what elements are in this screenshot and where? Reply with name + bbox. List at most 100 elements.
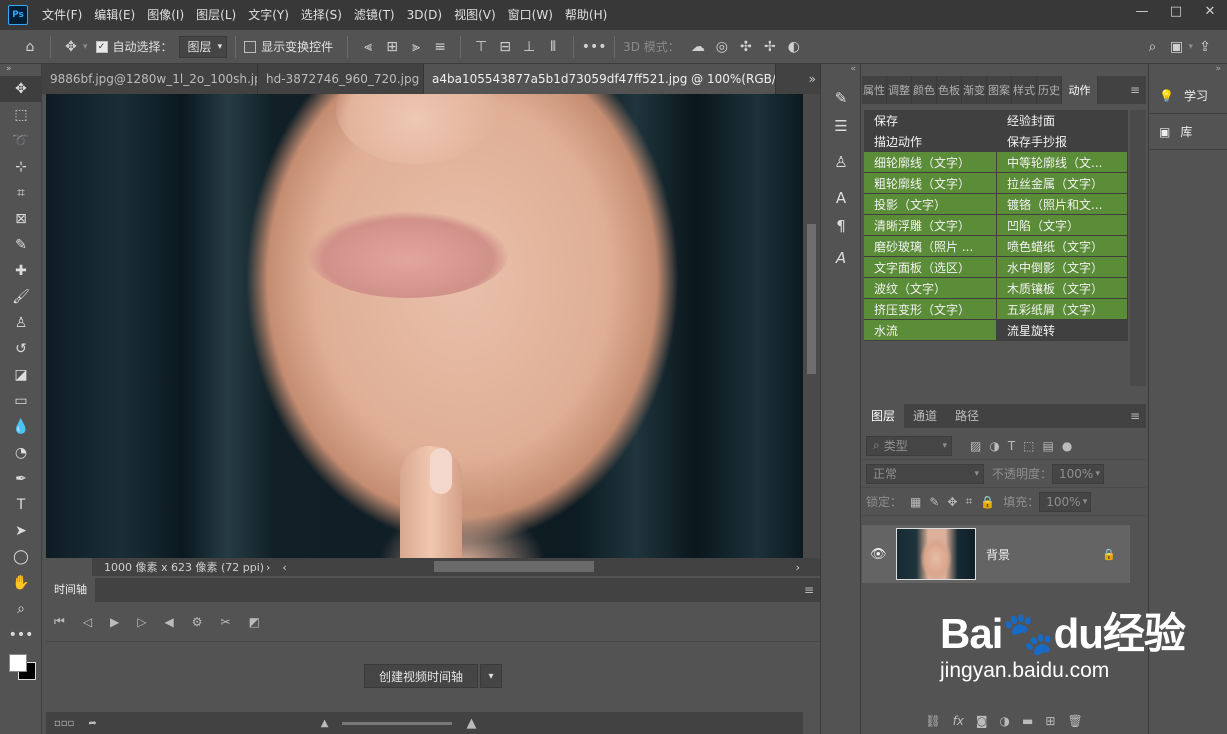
tab-layers[interactable]: 图层 — [862, 404, 905, 428]
lock-image-icon[interactable]: ✎ — [929, 495, 939, 509]
settings-gear-icon[interactable]: ⚙ — [192, 615, 203, 629]
action-button[interactable]: 磨砂玻璃（照片 ... — [864, 236, 997, 257]
fill-input[interactable]: 100% ▾ — [1039, 491, 1092, 512]
align-top-icon[interactable]: ⊤ — [469, 35, 493, 59]
audio-icon[interactable]: ◀ — [165, 615, 174, 629]
quick-select-tool-icon[interactable]: ⊹ — [0, 154, 42, 180]
tab-color[interactable]: 颜色 — [912, 76, 937, 104]
path-select-tool-icon[interactable]: ➤ — [0, 518, 42, 544]
adjustment-layer-icon[interactable]: ◑ — [1000, 714, 1010, 728]
zoom-slider[interactable] — [342, 721, 453, 725]
lasso-tool-icon[interactable]: ➰ — [0, 128, 42, 154]
type-filter-icon[interactable]: T — [1008, 439, 1015, 453]
eyedropper-tool-icon[interactable]: ✎ — [0, 232, 42, 258]
character-icon[interactable]: A — [821, 184, 861, 212]
history-brush-tool-icon[interactable]: ↺ — [0, 336, 42, 362]
menu-help[interactable]: 帮助(H) — [559, 0, 613, 30]
tab-patterns[interactable]: 图案 — [987, 76, 1012, 104]
action-button[interactable]: 凹陷（文字） — [997, 215, 1128, 236]
smart-object-filter-icon[interactable]: ▤ — [1043, 439, 1054, 453]
create-video-timeline-button[interactable]: 创建视频时间轴 — [364, 664, 479, 688]
share-icon[interactable]: ⇪ — [1193, 35, 1217, 59]
auto-select-target-dropdown[interactable]: 图层 ▾ — [178, 35, 228, 58]
align-bottom-icon[interactable]: ⊥ — [517, 35, 541, 59]
menu-file[interactable]: 文件(F) — [36, 0, 88, 30]
glyphs-icon[interactable]: A — [821, 244, 861, 272]
horizontal-scrollbar-thumb[interactable] — [434, 561, 594, 572]
shape-filter-icon[interactable]: ⬚ — [1023, 439, 1034, 453]
action-button[interactable]: 投影（文字） — [864, 194, 997, 215]
gradient-tool-icon[interactable]: ▭ — [0, 388, 42, 414]
menu-edit[interactable]: 编辑(E) — [88, 0, 141, 30]
blur-tool-icon[interactable]: 💧 — [0, 414, 42, 440]
tab-actions[interactable]: 动作 — [1062, 76, 1098, 104]
minimize-button[interactable]: — — [1125, 0, 1159, 22]
action-button[interactable]: 挤压变形（文字） — [864, 299, 997, 320]
menu-filter[interactable]: 滤镜(T) — [348, 0, 401, 30]
action-button[interactable]: 中等轮廓线（文... — [997, 152, 1128, 173]
distribute-icon[interactable]: ≡ — [428, 35, 452, 59]
tab-document-1[interactable]: 9886bf.jpg@1280w_1l_2o_100sh.jpg ✕ — [42, 64, 258, 94]
action-button[interactable]: 文字面板（选区） — [864, 257, 997, 278]
menu-window[interactable]: 窗口(W) — [502, 0, 559, 30]
align-middle-icon[interactable]: ⊟ — [493, 35, 517, 59]
action-button[interactable]: 木质镶板（文字） — [997, 278, 1128, 299]
action-button[interactable]: 波纹（文字） — [864, 278, 997, 299]
action-button[interactable]: 水中倒影（文字） — [997, 257, 1128, 278]
vertical-scrollbar[interactable] — [803, 94, 820, 558]
ellipse-tool-icon[interactable]: ◯ — [0, 544, 42, 570]
home-icon[interactable]: ⌂ — [18, 35, 42, 59]
new-layer-icon[interactable]: ⊞ — [1045, 714, 1055, 728]
play-icon[interactable]: ▶ — [110, 615, 119, 629]
distribute-vertical-icon[interactable]: ⦀ — [541, 35, 565, 59]
chevron-down-icon[interactable]: ▾ — [83, 42, 88, 52]
clone-source-icon[interactable]: ♙ — [821, 148, 861, 176]
next-frame-icon[interactable]: ▷ — [137, 615, 146, 629]
menu-image[interactable]: 图像(I) — [141, 0, 190, 30]
crop-tool-icon[interactable]: ⌗ — [0, 180, 42, 206]
show-transform-checkbox[interactable] — [244, 40, 257, 53]
eraser-tool-icon[interactable]: ◪ — [0, 362, 42, 388]
first-frame-icon[interactable]: ⏮ — [54, 614, 65, 629]
chevron-right-icon[interactable]: › — [266, 561, 270, 574]
chevron-right-icon[interactable]: › — [796, 561, 800, 574]
new-group-icon[interactable]: ▬ — [1022, 714, 1033, 728]
tab-paths[interactable]: 路径 — [946, 404, 988, 428]
action-button[interactable]: 经验封面 — [997, 110, 1128, 131]
menu-layer[interactable]: 图层(L) — [190, 0, 242, 30]
color-swatches[interactable] — [0, 648, 41, 688]
more-options-icon[interactable]: ••• — [582, 35, 607, 59]
learn-button[interactable]: 💡 学习 — [1149, 78, 1227, 114]
align-center-icon[interactable]: ⊞ — [380, 35, 404, 59]
frame-mode-icon[interactable]: ▫▫▫ — [54, 718, 74, 729]
fx-icon[interactable]: fx — [953, 714, 964, 728]
collapse-toolbar-icon[interactable]: » — [0, 64, 41, 76]
action-button[interactable]: 镀铬（照片和文... — [997, 194, 1128, 215]
action-button[interactable]: 描边动作 — [864, 131, 997, 152]
tabs-overflow-icon[interactable]: » — [809, 64, 816, 94]
close-button[interactable]: ✕ — [1193, 0, 1227, 22]
libraries-button[interactable]: ▣ 库 — [1149, 114, 1227, 150]
action-button[interactable]: 保存 — [864, 110, 997, 131]
auto-select-checkbox[interactable]: ✓ — [95, 40, 108, 53]
panel-menu-icon[interactable]: ≡ — [1130, 76, 1140, 104]
menu-3d[interactable]: 3D(D) — [401, 0, 448, 30]
lock-icon[interactable]: 🔒 — [1102, 548, 1116, 561]
action-button[interactable]: 保存手抄报 — [997, 131, 1128, 152]
link-layers-icon[interactable]: ⛓ — [925, 714, 940, 728]
adjustment-filter-icon[interactable]: ◑ — [989, 439, 999, 453]
action-button[interactable]: 五彩纸屑（文字） — [997, 299, 1128, 320]
menu-view[interactable]: 视图(V) — [448, 0, 502, 30]
frame-tool-icon[interactable]: ⊠ — [0, 206, 42, 232]
tab-gradients[interactable]: 渐变 — [962, 76, 987, 104]
stamp-tool-icon[interactable]: ♙ — [0, 310, 42, 336]
menu-select[interactable]: 选择(S) — [295, 0, 348, 30]
action-button[interactable]: 细轮廓线（文字） — [864, 152, 997, 173]
panel-menu-icon[interactable]: ≡ — [804, 583, 814, 597]
tab-swatches[interactable]: 色板 — [937, 76, 962, 104]
filter-toggle-icon[interactable]: ● — [1062, 439, 1072, 453]
dodge-tool-icon[interactable]: ◔ — [0, 440, 42, 466]
type-tool-icon[interactable]: T — [0, 492, 42, 518]
render-icon[interactable]: ➦ — [88, 718, 96, 729]
tab-properties[interactable]: 属性 — [862, 76, 887, 104]
